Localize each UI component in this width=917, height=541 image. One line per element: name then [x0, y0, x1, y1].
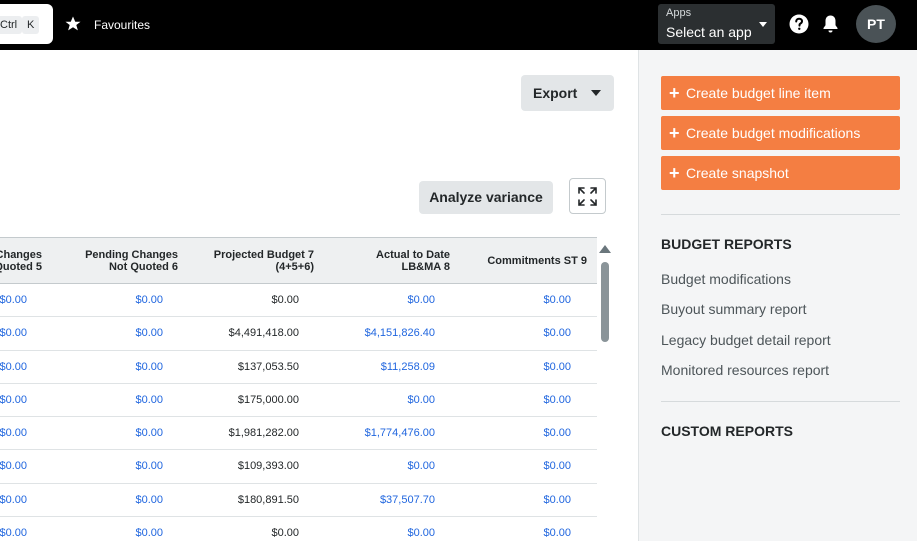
- pending-changes-cell[interactable]: $0.00: [58, 417, 163, 450]
- export-button-label: Export: [533, 85, 578, 101]
- bell-icon[interactable]: [821, 14, 840, 34]
- plus-icon: +: [669, 83, 680, 103]
- actual-to-date-cell[interactable]: $0.00: [330, 517, 435, 541]
- custom-reports-title: CUSTOM REPORTS: [661, 423, 793, 439]
- pending-changes-cell[interactable]: $0.00: [58, 317, 163, 350]
- projected-budget-cell: $180,891.50: [237, 493, 299, 506]
- projected-budget-cell: $0.00: [271, 294, 299, 306]
- actual-to-date-cell[interactable]: $4,151,826.40: [330, 317, 435, 350]
- actual-to-date-cell[interactable]: $0.00: [330, 384, 435, 417]
- divider: [661, 401, 900, 402]
- commitments-cell[interactable]: $0.00: [470, 450, 571, 483]
- actual-to-date-cell[interactable]: $1,774,476.00: [330, 417, 435, 450]
- header-commitments[interactable]: Commitments ST 9: [470, 238, 587, 283]
- changes-quoted-cell[interactable]: $0.00: [0, 317, 27, 350]
- help-icon[interactable]: [789, 14, 809, 34]
- projected-budget-cell: $109,393.00: [237, 460, 299, 473]
- vertical-scrollbar-thumb[interactable]: [601, 262, 609, 342]
- fullscreen-button[interactable]: [569, 178, 606, 214]
- actual-to-date-cell[interactable]: $0.00: [330, 450, 435, 483]
- header-pending-changes-not-quoted[interactable]: Pending Changes Not Quoted 6: [58, 238, 178, 283]
- create-snapshot-button[interactable]: + Create snapshot: [661, 156, 900, 190]
- report-link-monitored-resources[interactable]: Monitored resources report: [661, 362, 829, 378]
- apps-selected-value: Select an app: [666, 24, 752, 40]
- top-navigation-bar: Ctrl K Favourites Apps Select an app PT: [0, 0, 917, 50]
- table-row: $0.00 $0.00 $180,891.50 $37,507.70 $0.00: [0, 484, 597, 518]
- changes-quoted-cell[interactable]: $0.00: [0, 417, 27, 450]
- pending-changes-cell[interactable]: $0.00: [58, 450, 163, 483]
- projected-budget-cell: $1,981,282.00: [228, 427, 299, 440]
- commitments-cell[interactable]: $0.00: [470, 417, 571, 450]
- table-row: $0.00 $0.00 $4,491,418.00 $4,151,826.40 $0.0…: [0, 317, 597, 351]
- plus-icon: +: [669, 123, 680, 143]
- caret-down-icon: [591, 90, 601, 96]
- changes-quoted-cell[interactable]: $0.00: [0, 384, 27, 417]
- star-icon[interactable]: [64, 15, 82, 33]
- projected-budget-cell: $0.00: [271, 527, 299, 540]
- header-actual-to-date[interactable]: Actual to Date LB&MA 8: [330, 238, 450, 283]
- commitments-cell[interactable]: $0.00: [470, 517, 571, 541]
- scroll-up-arrow-icon[interactable]: [599, 245, 611, 253]
- table-row: $0.00 $0.00 $0.00 $0.00 $0.00: [0, 517, 597, 541]
- changes-quoted-cell[interactable]: $0.00: [0, 450, 27, 483]
- expand-icon: [578, 187, 597, 206]
- report-link-budget-modifications[interactable]: Budget modifications: [661, 271, 791, 287]
- actual-to-date-cell[interactable]: $37,507.70: [330, 484, 435, 517]
- changes-quoted-cell[interactable]: $0.00: [0, 484, 27, 517]
- budget-reports-title: BUDGET REPORTS: [661, 236, 792, 252]
- table-header: Changes Quoted 5 Pending Changes Not Quo…: [0, 237, 597, 284]
- ctrl-key-hint: Ctrl: [0, 16, 23, 34]
- projected-budget-cell: $4,491,418.00: [228, 327, 299, 340]
- table-row: $0.00 $0.00 $1,981,282.00 $1,774,476.00 $0.0…: [0, 417, 597, 451]
- commitments-cell[interactable]: $0.00: [470, 284, 571, 317]
- pending-changes-cell[interactable]: $0.00: [58, 284, 163, 317]
- favourites-link[interactable]: Favourites: [94, 18, 150, 32]
- table-body: $0.00 $0.00 $0.00 $0.00 $0.00 $0.00 $0.00 $4,49…: [0, 284, 597, 541]
- projected-budget-cell: $137,053.50: [237, 360, 299, 373]
- pending-changes-cell[interactable]: $0.00: [58, 351, 163, 384]
- apps-label: Apps: [666, 7, 692, 19]
- report-link-legacy-budget-detail[interactable]: Legacy budget detail report: [661, 332, 831, 348]
- commitments-cell[interactable]: $0.00: [470, 484, 571, 517]
- table-row: $0.00 $0.00 $175,000.00 $0.00 $0.00: [0, 384, 597, 418]
- changes-quoted-cell[interactable]: $0.00: [0, 284, 27, 317]
- table-row: $0.00 $0.00 $137,053.50 $11,258.09 $0.00: [0, 351, 597, 384]
- budget-table: Changes Quoted 5 Pending Changes Not Quo…: [0, 237, 597, 541]
- plus-icon: +: [669, 163, 680, 183]
- changes-quoted-cell[interactable]: $0.00: [0, 351, 27, 384]
- right-sidebar: + Create budget line item + Create budge…: [638, 50, 917, 541]
- actual-to-date-cell[interactable]: $11,258.09: [330, 351, 435, 384]
- pending-changes-cell[interactable]: $0.00: [58, 517, 163, 541]
- table-row: $0.00 $0.00 $109,393.00 $0.00 $0.00: [0, 450, 597, 484]
- avatar[interactable]: PT: [856, 5, 896, 43]
- analyze-variance-button[interactable]: Analyze variance: [419, 181, 553, 214]
- actual-to-date-cell[interactable]: $0.00: [330, 284, 435, 317]
- header-changes-quoted[interactable]: Changes Quoted 5: [0, 238, 42, 283]
- header-projected-budget[interactable]: Projected Budget 7 (4+5+6): [190, 238, 314, 283]
- chevron-down-icon: [759, 22, 767, 27]
- divider: [661, 214, 900, 215]
- commitments-cell[interactable]: $0.00: [470, 384, 571, 417]
- pending-changes-cell[interactable]: $0.00: [58, 384, 163, 417]
- app-selector[interactable]: Apps Select an app: [658, 4, 775, 44]
- projected-budget-cell: $175,000.00: [237, 393, 299, 406]
- changes-quoted-cell[interactable]: $0.00: [0, 517, 27, 541]
- search-shortcut-box[interactable]: Ctrl K: [0, 4, 53, 44]
- export-button[interactable]: Export: [521, 75, 614, 111]
- commitments-cell[interactable]: $0.00: [470, 351, 571, 384]
- table-row: $0.00 $0.00 $0.00 $0.00 $0.00: [0, 284, 597, 318]
- create-budget-line-item-button[interactable]: + Create budget line item: [661, 76, 900, 110]
- create-budget-modifications-button[interactable]: + Create budget modifications: [661, 116, 900, 150]
- k-key-hint: K: [22, 16, 40, 34]
- pending-changes-cell[interactable]: $0.00: [58, 484, 163, 517]
- report-link-buyout-summary[interactable]: Buyout summary report: [661, 301, 807, 317]
- commitments-cell[interactable]: $0.00: [470, 317, 571, 350]
